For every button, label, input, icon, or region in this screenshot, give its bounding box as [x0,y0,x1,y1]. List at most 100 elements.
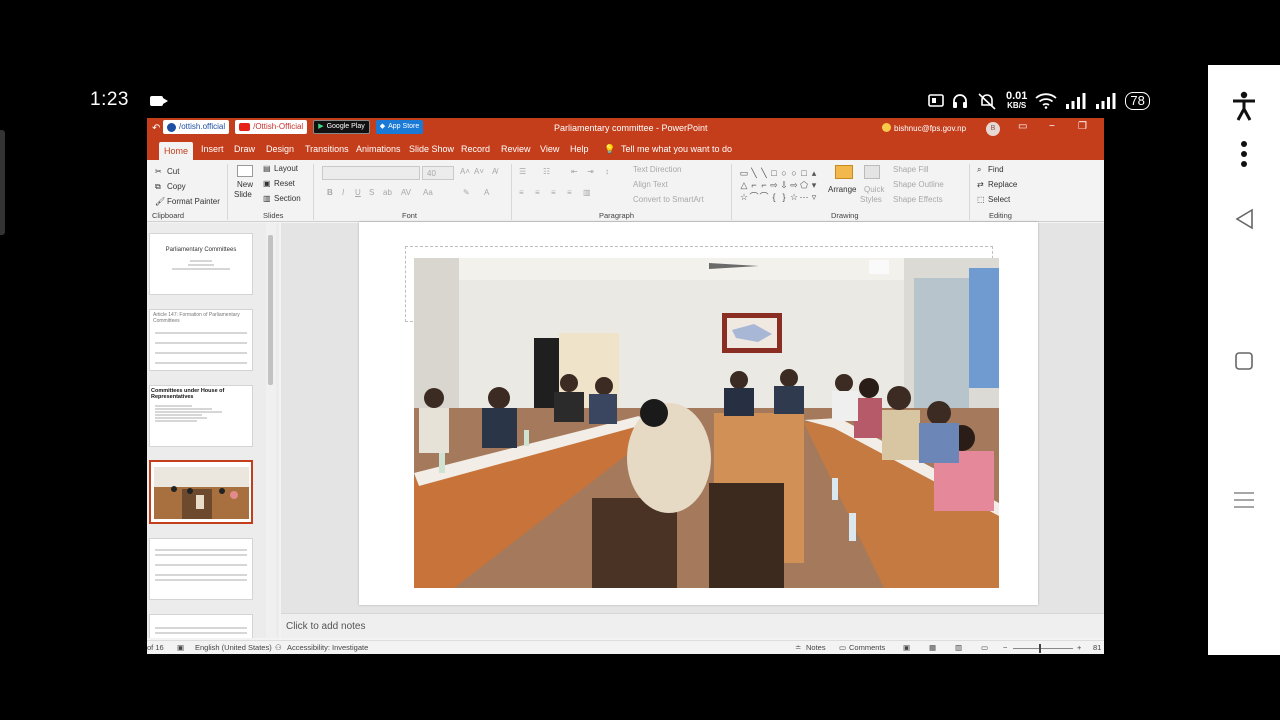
user-email[interactable]: bishnuc@fps.gov.np [894,124,966,133]
justify-icon[interactable]: ≡ [567,188,572,197]
slide-thumbnail-2[interactable]: Article 147: Formation of Parliamentary … [149,309,253,371]
reset-button[interactable]: Reset [274,179,295,188]
shape-textbox-icon[interactable]: ▭ [739,167,749,179]
accessibility-icon[interactable] [1231,91,1257,121]
tell-me-search[interactable]: Tell me what you want to do [621,144,732,154]
slide-sorter-icon[interactable]: ▦ [929,643,936,652]
edge-panel-handle[interactable] [0,130,5,235]
shape-rect-icon[interactable]: □ [769,167,779,179]
align-right-icon[interactable]: ≡ [551,188,556,197]
shape-line-icon[interactable]: ╲ [749,167,759,179]
find-button[interactable]: Find [988,165,1004,174]
scrollbar-thumb[interactable] [268,235,273,385]
cut-button[interactable]: Cut [167,167,179,176]
shape-curve-icon[interactable]: ⌒ [759,191,769,203]
shape-arrow-icon[interactable]: ⇨ [769,179,779,191]
select-button[interactable]: Select [988,195,1010,204]
align-center-icon[interactable]: ≡ [535,188,540,197]
zoom-in-icon[interactable]: + [1077,643,1081,652]
slide-thumbnail-1[interactable]: Parliamentary Committees [149,233,253,295]
clear-format-icon[interactable]: A̸ [492,167,497,176]
notes-pane[interactable]: Click to add notes [281,613,1104,638]
shape-pentagon-icon[interactable]: ⬠ [799,179,809,191]
grow-font-icon[interactable]: A˄ [460,167,470,176]
zoom-slider-thumb[interactable] [1039,644,1041,653]
slide-show-icon[interactable]: ▭ [981,643,988,652]
tab-home[interactable]: Home [159,142,193,160]
spacing-icon[interactable]: AV [401,188,411,197]
thumbnail-scrollbar[interactable] [266,223,276,638]
tab-record[interactable]: Record [461,144,490,154]
text-direction-button[interactable]: Text Direction [633,165,681,174]
shape-brace-icon[interactable]: } [779,191,789,203]
bullets-icon[interactable]: ☰ [519,167,526,176]
shape-outline-button[interactable]: Shape Outline [893,180,944,189]
back-icon[interactable] [1234,208,1254,230]
shape-triangle-icon[interactable]: △ [739,179,749,191]
shape-star-icon[interactable]: ☆ [789,191,799,203]
replace-button[interactable]: Replace [988,180,1017,189]
quick-styles-button-line2[interactable]: Styles [860,195,882,204]
meeting-photo[interactable] [414,258,999,588]
columns-icon[interactable]: ▥ [583,188,591,197]
reading-view-icon[interactable]: ▥ [955,643,962,652]
tab-design[interactable]: Design [266,144,294,154]
home-icon[interactable] [1234,351,1254,371]
shape-elbow-icon[interactable]: ⌐ [749,179,759,191]
layout-button[interactable]: Layout [274,164,298,173]
restore-icon[interactable]: ❐ [1078,121,1087,132]
shape-elbow-icon[interactable]: ⌐ [759,179,769,191]
minimize-icon[interactable]: − [1049,121,1055,132]
tab-insert[interactable]: Insert [201,144,224,154]
shape-star-icon[interactable]: ☆ [739,191,749,203]
align-left-icon[interactable]: ≡ [519,188,524,197]
zoom-slider[interactable] [1013,644,1073,653]
slide-thumbnail-5[interactable] [149,538,253,600]
tab-help[interactable]: Help [570,144,589,154]
underline-icon[interactable]: U [355,188,361,197]
shape-arrow-icon[interactable]: ⇩ [779,179,789,191]
spelling-icon[interactable]: ▣ [177,643,184,652]
shape-expand-icon[interactable]: ▿ [809,191,819,203]
new-slide-button-line2[interactable]: Slide [234,190,252,199]
font-color-icon[interactable]: A [484,188,489,197]
align-text-button[interactable]: Align Text [633,180,668,189]
change-case-icon[interactable]: Aa [423,188,433,197]
notes-placeholder[interactable]: Click to add notes [286,621,366,632]
zoom-out-icon[interactable]: − [1003,643,1007,652]
arrange-button[interactable]: Arrange [828,185,856,194]
slide-thumbnail-4[interactable] [149,460,253,524]
ribbon-display-icon[interactable]: ▭ [1018,121,1027,132]
char-spacing-icon[interactable]: ab [383,188,392,197]
shape-more-icon[interactable]: ⋯ [799,191,809,203]
highlight-icon[interactable]: ✎ [463,188,470,197]
section-button[interactable]: Section [274,194,301,203]
decrease-indent-icon[interactable]: ⇤ [571,167,578,176]
slide-thumbnail-3[interactable]: Committees under House of Representative… [149,385,253,447]
shrink-font-icon[interactable]: A˅ [474,167,484,176]
shapes-gallery[interactable]: ▭ ╲ ╲ □ ○ ○ □ ▴ △ ⌐ ⌐ ⇨ ⇩ ⇨ ⬠ ▾ ☆ ⌒ ⌒ { [739,167,819,207]
quick-styles-button-line1[interactable]: Quick [864,185,884,194]
font-size-box[interactable]: 40 [422,166,454,180]
shape-oval-icon[interactable]: ○ [779,167,789,179]
shape-oval-icon[interactable]: ○ [789,167,799,179]
undo-icon[interactable]: ↶ [152,123,160,134]
normal-view-icon[interactable]: ▣ [903,643,910,652]
accessibility-status[interactable]: Accessibility: Investigate [287,643,368,652]
tab-view[interactable]: View [540,144,559,154]
strikethrough-icon[interactable]: S [369,188,374,197]
shape-fill-button[interactable]: Shape Fill [893,165,929,174]
shape-more-icon[interactable]: ▾ [809,179,819,191]
convert-smartart-button[interactable]: Convert to SmartArt [633,195,704,204]
tab-transitions[interactable]: Transitions [305,144,349,154]
zoom-level[interactable]: 81 [1093,643,1101,652]
tab-review[interactable]: Review [501,144,531,154]
notes-button[interactable]: Notes [806,643,826,652]
numbering-icon[interactable]: ☷ [543,167,550,176]
slide-thumbnail-6[interactable] [149,614,253,638]
shape-rect-icon[interactable]: □ [799,167,809,179]
tab-animations[interactable]: Animations [356,144,401,154]
tab-draw[interactable]: Draw [234,144,255,154]
shape-effects-button[interactable]: Shape Effects [893,195,943,204]
new-slide-button-line1[interactable]: New [237,180,253,189]
